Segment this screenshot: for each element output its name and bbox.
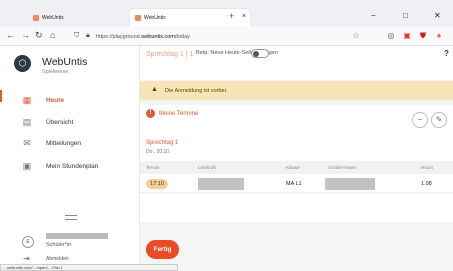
teacher-redacted <box>198 178 244 190</box>
sidebar-item-label: Heute <box>46 96 65 104</box>
collapse-menu-icon[interactable] <box>65 215 77 220</box>
back-icon[interactable]: ← <box>6 31 15 40</box>
sidebar-item-heute[interactable]: ▦ Heute <box>0 94 140 106</box>
table-header: Termin Lehrkraft Klasse Schüler*innen Ra… <box>140 161 453 174</box>
shield-icon[interactable]: ⛉ <box>74 31 79 40</box>
beta-toggle[interactable] <box>251 49 269 58</box>
class-cell: MA L1 <box>286 181 302 187</box>
url-path: /today <box>174 33 190 40</box>
user-name-redacted <box>46 233 108 239</box>
sidebar-item-label: Mitteilungen <box>46 139 82 147</box>
pocket-icon[interactable]: ◎ <box>386 31 396 41</box>
done-button[interactable]: Fertig <box>146 240 179 259</box>
students-redacted <box>325 178 375 190</box>
sidebar-item-mitteilungen[interactable]: ✉ Mitteilungen <box>0 137 140 149</box>
appointments-card: ! Meine Termine − ✎ Sprechtag 1 Do., 20.… <box>140 105 453 222</box>
minimize-button[interactable]: − <box>371 11 376 20</box>
sidebar-item-label: Übersicht <box>46 118 74 126</box>
url-prefix: https://playground. <box>96 33 142 40</box>
tab-title: WebUntis <box>42 14 64 21</box>
table-row[interactable]: 17:10 MA L1 1.08 <box>140 175 453 193</box>
sidebar-item-label: Mein Stundenplan <box>46 162 99 170</box>
tab-title: WebUntis <box>144 14 166 21</box>
ublock-icon[interactable]: ⛊ <box>418 31 428 41</box>
mail-icon: ✉ <box>23 138 31 148</box>
home-icon[interactable]: ⌂ <box>50 31 55 40</box>
logout-link[interactable]: Abmelden <box>46 256 69 262</box>
extension-icon[interactable]: ▣ <box>402 31 412 41</box>
lock-icon[interactable]: 🔒︎ <box>86 31 90 40</box>
maximize-button[interactable]: □ <box>403 11 408 20</box>
user-role: Schüler*in <box>46 242 72 248</box>
error-icon: ! <box>146 109 155 118</box>
sidebar: ⬡ WebUntis Spielwiese ▦ Heute ▤ Übersich… <box>0 46 140 271</box>
calendar-icon: ▣ <box>22 161 32 171</box>
main-content: Sprechtag 1 | 15.10.2022 Beta: Neue Heut… <box>140 46 453 271</box>
column-header: Termin <box>146 165 160 170</box>
school-name: Spielwiese <box>42 69 69 75</box>
overview-icon: ▤ <box>22 117 32 127</box>
edit-button[interactable]: ✎ <box>431 112 447 128</box>
warning-icon: ▲ <box>151 86 158 93</box>
bookmark-star-icon[interactable]: ☆ <box>351 31 361 41</box>
sidebar-item-uebersicht[interactable]: ▤ Übersicht <box>0 116 140 128</box>
banner-text: Die Anmeldung ist vorbei. <box>165 88 228 94</box>
room-cell: 1.08 <box>421 181 432 187</box>
forward-icon[interactable]: → <box>21 31 30 40</box>
url-domain: webuntis.com <box>141 33 175 40</box>
logout-icon[interactable]: ⇥ <box>23 254 30 263</box>
card-title: Meine Termine <box>159 111 199 117</box>
browser-tab-strip: WebUntis × WebUntis × + − □ ✕ <box>0 0 453 26</box>
new-tab-button[interactable]: + <box>229 11 234 21</box>
favicon-icon <box>135 14 141 21</box>
address-bar[interactable]: https://playground. webuntis.com/today <box>96 30 392 43</box>
favicon-icon <box>33 14 39 21</box>
brand-name: WebUntis <box>42 56 88 68</box>
column-header: Raum <box>421 165 434 170</box>
avatar[interactable]: E <box>22 236 34 248</box>
time-badge: 17:10 <box>146 179 168 189</box>
today-icon: ▦ <box>22 95 32 105</box>
close-window-button[interactable]: ✕ <box>434 11 441 20</box>
day-label: Sprechtag 1 <box>146 140 179 146</box>
date-label: Do., 20.10. <box>146 149 171 155</box>
column-header: Lehrkraft <box>198 165 216 170</box>
remove-button[interactable]: − <box>412 112 428 128</box>
status-bar-url: …webuntis.com/…/open/…/?id=1 <box>0 264 178 271</box>
page-header: Sprechtag 1 | 15.10.2022 Beta: Neue Heut… <box>140 46 453 80</box>
extension-icon[interactable]: ● <box>434 31 444 41</box>
webuntis-logo-icon: ⬡ <box>14 55 31 72</box>
column-header: Schüler*innen <box>328 165 357 170</box>
warning-banner: ▲ Die Anmeldung ist vorbei. <box>140 81 453 100</box>
reload-icon[interactable]: ↻ <box>35 31 43 40</box>
close-tab-icon[interactable]: × <box>242 13 246 20</box>
help-icon[interactable]: ? <box>444 49 449 58</box>
toggle-knob <box>253 51 259 57</box>
browser-toolbar: ← → ↻ ⌂ ⛉ 🔒︎ https://playground. webuntis… <box>0 26 453 46</box>
sidebar-item-stundenplan[interactable]: ▣ Mein Stundenplan <box>0 160 140 172</box>
column-header: Klasse <box>286 165 300 170</box>
